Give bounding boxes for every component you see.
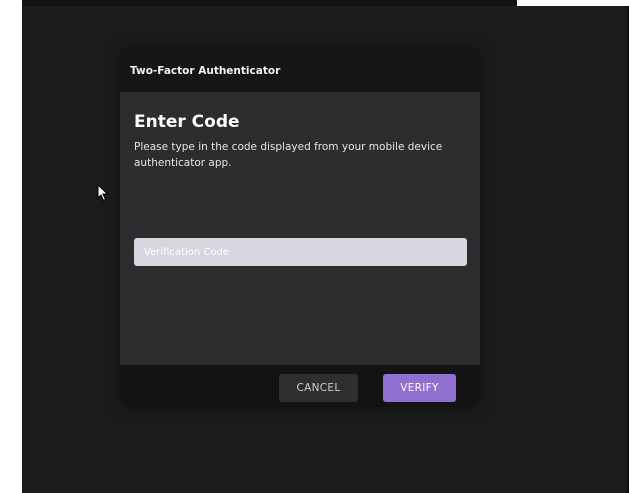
enter-code-heading: Enter Code <box>134 112 240 132</box>
verify-button[interactable]: VERIFY <box>383 374 456 402</box>
instructions-text: Please type in the code displayed from y… <box>134 141 443 169</box>
dialog-footer: CANCEL VERIFY <box>120 365 480 407</box>
mouse-pointer-icon <box>97 183 109 202</box>
cancel-button[interactable]: CANCEL <box>279 374 358 402</box>
dialog-header: Two-Factor Authenticator <box>120 49 480 92</box>
dialog-title: Two-Factor Authenticator <box>130 65 281 77</box>
dialog-body: Enter Code Please type in the code displ… <box>120 92 480 365</box>
two-factor-dialog: Two-Factor Authenticator Enter Code Plea… <box>120 49 480 407</box>
verification-code-input[interactable] <box>134 238 467 266</box>
